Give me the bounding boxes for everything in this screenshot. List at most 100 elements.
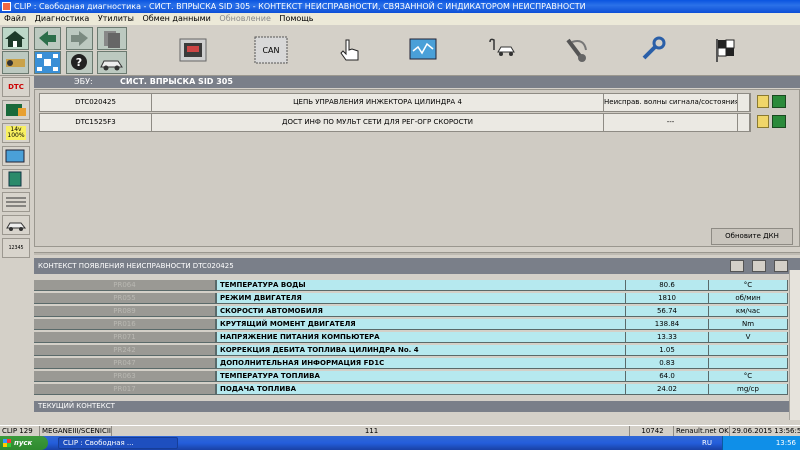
param-value: 24.02: [626, 384, 709, 395]
can-label: CAN: [262, 46, 279, 55]
param-code: PR071: [34, 332, 216, 343]
language-indicator[interactable]: RU: [702, 436, 712, 450]
sidebar-battery-button[interactable]: 14v 100%: [2, 123, 30, 143]
current-context-title: ТЕКУЩИЙ КОНТЕКСТ: [38, 402, 115, 410]
param-code: PR063: [34, 371, 216, 382]
touch-button[interactable]: [334, 35, 364, 65]
back-button[interactable]: [34, 27, 61, 50]
menu-help[interactable]: Помощь: [279, 14, 313, 23]
home-button[interactable]: [2, 27, 29, 50]
ecu-header: ЭБУ: СИСТ. ВПРЫСКА SID 305: [34, 76, 800, 88]
taskbar-item-clip[interactable]: CLIP : Свободная ...: [58, 437, 178, 449]
table-row: PR071 НАПРЯЖЕНИЕ ПИТАНИЯ КОМПЬЮТЕРА 13.3…: [34, 332, 788, 343]
dtc-flag: [738, 114, 750, 131]
wrench-icon: [642, 36, 666, 60]
svg-text:?: ?: [76, 56, 82, 69]
param-name: КОРРЕКЦИЯ ДЕБИТА ТОПЛИВА ЦИЛИНДРА No. 4: [216, 345, 626, 356]
start-button[interactable]: пуск: [0, 436, 48, 450]
forward-button[interactable]: [66, 27, 93, 50]
dtc-flag: [738, 94, 750, 111]
counter-label: 12345: [8, 245, 24, 251]
menu-utilities[interactable]: Утилиты: [98, 14, 134, 23]
left-sidebar: DTC 14v 100% 12345: [0, 76, 33, 276]
dtc-row-actions: [757, 95, 786, 108]
menu-file[interactable]: Файл: [4, 14, 26, 23]
menu-update: Обновление: [219, 14, 271, 23]
ecu-name: СИСТ. ВПРЫСКА SID 305: [120, 77, 233, 86]
arrow-left-icon: [39, 31, 56, 46]
monitor-button[interactable]: [408, 35, 438, 65]
dtc-row[interactable]: DTC020425 ЦЕПЬ УПРАВЛЕНИЯ ИНЖЕКТОРА ЦИЛИ…: [39, 93, 751, 112]
config-button[interactable]: [2, 51, 29, 74]
sidebar-ecu-button[interactable]: [2, 100, 30, 120]
car-small-icon: [6, 222, 27, 231]
param-code: PR242: [34, 345, 216, 356]
param-code: PR089: [34, 306, 216, 317]
sidebar-screen-button[interactable]: [2, 146, 30, 166]
table-row: PR016 КРУТЯЩИЙ МОМЕНТ ДВИГАТЕЛЯ 138.84 N…: [34, 319, 788, 330]
table-row: PR055 РЕЖИМ ДВИГАТЕЛЯ 1810 об/мин: [34, 293, 788, 304]
mechanic-button[interactable]: [562, 35, 592, 65]
help-icon: ?: [71, 54, 87, 70]
refresh-dtc-button[interactable]: Обновите ДКН: [711, 228, 793, 245]
windows-flag-icon: [3, 439, 11, 447]
param-name: КРУТЯЩИЙ МОМЕНТ ДВИГАТЕЛЯ: [216, 319, 626, 330]
param-name: ДОПОЛНИТЕЛЬНАЯ ИНФОРМАЦИЯ FD1C: [216, 358, 626, 369]
context-title: КОНТЕКСТ ПОЯВЛЕНИЯ НЕИСПРАВНОСТИ DTC0204…: [38, 262, 234, 270]
screen-icon: [5, 149, 25, 163]
param-name: ТЕМПЕРАТУРА ТОПЛИВА: [216, 371, 626, 382]
vehicle-button[interactable]: [97, 51, 127, 74]
battery-label: 14v 100%: [6, 126, 26, 140]
view-list-button[interactable]: [730, 260, 744, 272]
param-unit: [709, 345, 788, 356]
ecu-button[interactable]: [178, 35, 208, 65]
table-row: PR089 СКОРОСТИ АВТОМОБИЛЯ 56.74 км/час: [34, 306, 788, 317]
param-name: СКОРОСТИ АВТОМОБИЛЯ: [216, 306, 626, 317]
can-button[interactable]: CAN: [254, 35, 288, 65]
sidebar-wiring-button[interactable]: [2, 192, 30, 212]
sidebar-car-button[interactable]: [2, 215, 30, 235]
menu-data-exchange[interactable]: Обмен данными: [142, 14, 210, 23]
param-value: 138.84: [626, 319, 709, 330]
camera-icon[interactable]: [772, 115, 786, 128]
ecu-chip-icon: [6, 104, 26, 116]
param-unit: mg/cp: [709, 384, 788, 395]
view-split-button[interactable]: [752, 260, 766, 272]
menu-bar: Файл Диагностика Утилиты Обмен данными О…: [0, 13, 800, 25]
wiring-icon: [6, 197, 26, 207]
table-row: PR242 КОРРЕКЦИЯ ДЕБИТА ТОПЛИВА ЦИЛИНДРА …: [34, 345, 788, 356]
window-title-bar[interactable]: CLIP : Свободная диагностика - СИСТ. ВПР…: [0, 0, 800, 13]
view-full-button[interactable]: [774, 260, 788, 272]
window-title: CLIP : Свободная диагностика - СИСТ. ВПР…: [14, 2, 586, 11]
network-button[interactable]: [34, 51, 61, 74]
help-button[interactable]: ?: [66, 51, 93, 74]
context-scrollbar[interactable]: [789, 270, 800, 420]
ecu-label: ЭБУ:: [74, 77, 93, 86]
param-value: 1.05: [626, 345, 709, 356]
panel-divider[interactable]: [34, 252, 800, 255]
note-icon[interactable]: [757, 115, 769, 128]
dtc-row-actions: [757, 115, 786, 128]
ecu-icon: [179, 38, 207, 62]
param-name: НАПРЯЖЕНИЕ ПИТАНИЯ КОМПЬЮТЕРА: [216, 332, 626, 343]
dtc-status: Неиспрaв. волны сигнала/состояния: [604, 94, 738, 111]
param-code: PR016: [34, 319, 216, 330]
race-button[interactable]: [712, 35, 742, 65]
note-icon[interactable]: [757, 95, 769, 108]
sidebar-counter-button[interactable]: 12345: [2, 238, 30, 258]
measure-button[interactable]: [486, 35, 516, 65]
taskbar: пуск CLIP : Свободная ... RU 13:56: [0, 436, 800, 450]
sidebar-empty: [0, 276, 33, 426]
param-code: PR017: [34, 384, 216, 395]
documents-button[interactable]: [97, 27, 127, 50]
param-unit: °C: [709, 371, 788, 382]
tools-button[interactable]: [638, 35, 668, 65]
camera-icon[interactable]: [772, 95, 786, 108]
menu-diagnostics[interactable]: Диагностика: [35, 14, 90, 23]
param-unit: Nm: [709, 319, 788, 330]
dtc-description: ДОСТ ИНФ ПО МУЛЬТ СЕТИ ДЛЯ РЕГ-ОГР СКОРО…: [152, 114, 604, 131]
sidebar-dtc-button[interactable]: DTC: [2, 77, 30, 97]
param-name: ПОДАЧА ТОПЛИВА: [216, 384, 626, 395]
sidebar-document-button[interactable]: [2, 169, 30, 189]
dtc-row[interactable]: DTC1525F3 ДОСТ ИНФ ПО МУЛЬТ СЕТИ ДЛЯ РЕГ…: [39, 113, 751, 132]
